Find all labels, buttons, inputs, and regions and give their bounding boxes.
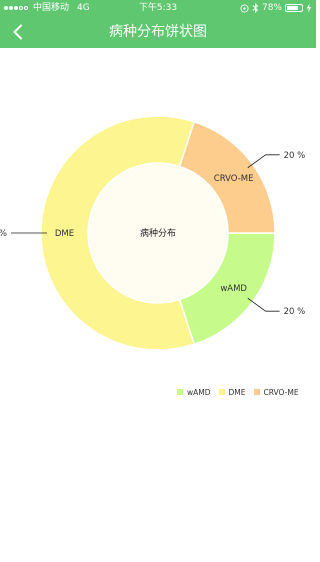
slice-label-dme: DME — [55, 229, 74, 239]
status-bar: 中国移动 4G 下午5:33 78% — [0, 0, 316, 16]
value-label-crvo-me: 20 % — [284, 151, 306, 161]
legend-item-dme: DME — [218, 387, 246, 397]
slice-label-crvo-me: CRVO-ME — [214, 174, 254, 184]
legend-item-wamd: wAMD — [177, 388, 211, 397]
bluetooth-icon — [252, 3, 259, 13]
slice-label-wamd: wAMD — [220, 284, 247, 294]
battery-percent: 78% — [261, 3, 282, 13]
legend-label-wamd: wAMD — [187, 387, 211, 397]
value-label-wamd: 20 % — [284, 307, 306, 317]
value-label-dme: 60 % — [0, 229, 7, 239]
status-right: 78% — [240, 0, 312, 16]
legend-swatch-crvo-me — [253, 389, 260, 395]
legend-item-crvo-me: CRVO-ME — [253, 387, 299, 397]
page-title: 病种分布饼状图 — [109, 24, 207, 40]
chart-legend: wAMD DME CRVO-ME — [177, 386, 307, 398]
legend-label-crvo-me: CRVO-ME — [263, 387, 299, 397]
battery-icon — [285, 4, 303, 12]
charging-icon — [306, 3, 312, 13]
legend-swatch-wamd — [177, 389, 183, 395]
nav-bar: 病种分布饼状图 — [0, 16, 316, 48]
chart-center-label: 病种分布 — [140, 227, 176, 239]
legend-label-dme: DME — [228, 387, 246, 397]
location-icon — [240, 3, 249, 13]
legend-swatch-dme — [218, 389, 225, 395]
app-screen: 中国移动 4G 下午5:33 78% 病种分布饼状图 wAMD 20 % DME… — [0, 0, 316, 562]
